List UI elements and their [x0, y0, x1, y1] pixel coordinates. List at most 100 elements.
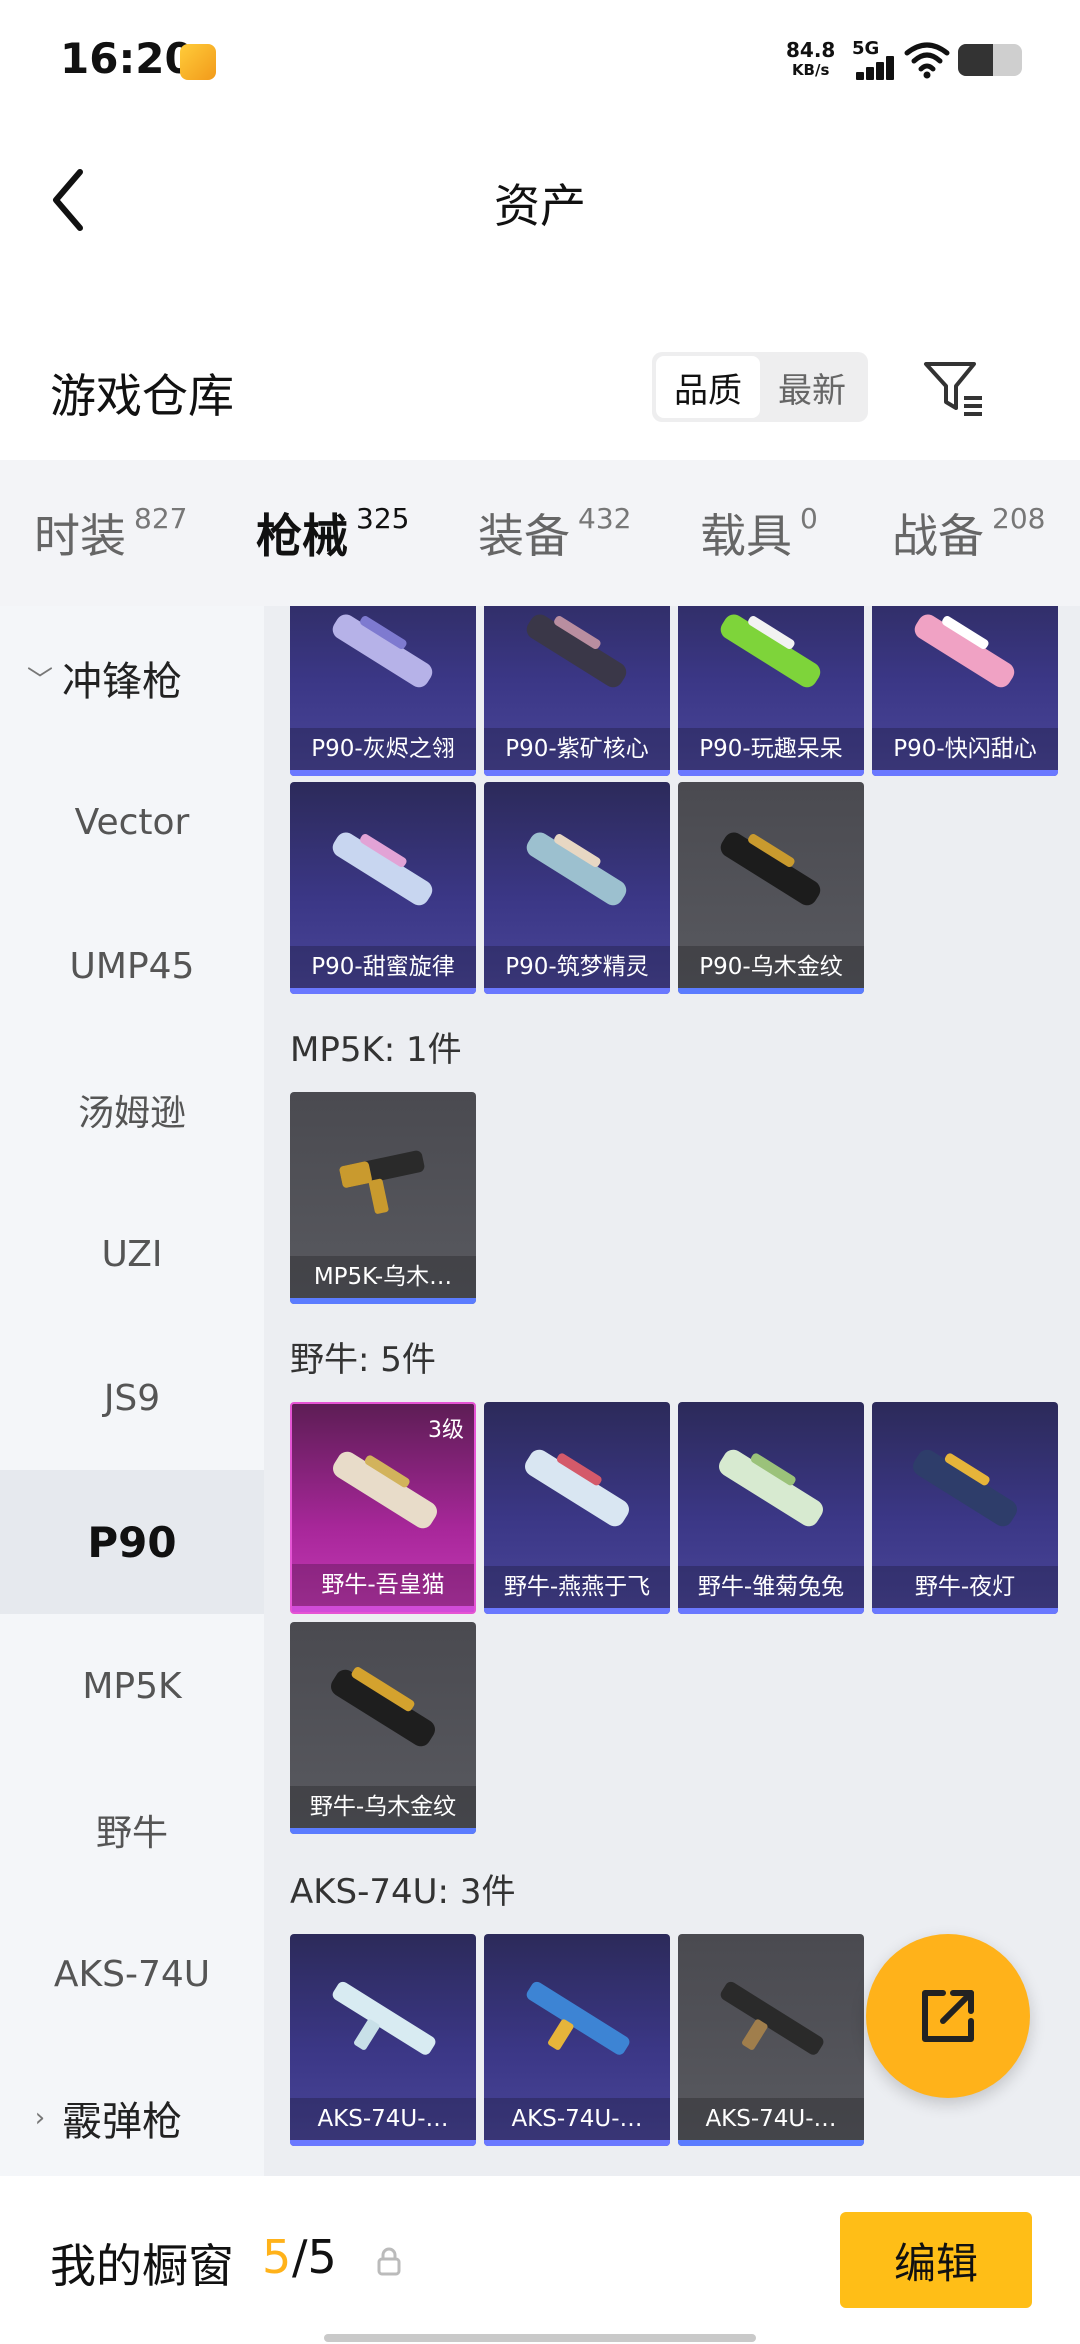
- share-icon: [922, 1990, 974, 2042]
- weapon-image: [720, 832, 821, 906]
- weapon-name: P90-紫矿核心: [484, 728, 670, 770]
- weapon-card[interactable]: P90-紫矿核心: [484, 606, 670, 776]
- status-bar: 16:20 84.8 KB/s 5G: [0, 0, 1080, 120]
- quality-bar: [678, 1608, 864, 1614]
- weapon-card[interactable]: 野牛-乌木金纹: [290, 1622, 476, 1834]
- quality-bar: [872, 770, 1058, 776]
- sort-newest-button[interactable]: 最新: [760, 356, 864, 418]
- weapon-image: [526, 1981, 630, 2055]
- weapon-card[interactable]: AKS-74U-…: [290, 1934, 476, 2146]
- tab-label: 枪械: [256, 509, 348, 563]
- weapon-name: 野牛-雏菊兔兔: [678, 1566, 864, 1608]
- sidebar-group-label: 冲锋枪: [62, 659, 182, 705]
- signal-icon: [852, 56, 896, 80]
- weapon-card[interactable]: AKS-74U-…: [678, 1934, 864, 2146]
- quality-bar: [484, 770, 670, 776]
- sidebar-item-bison[interactable]: 野牛: [0, 1758, 264, 1902]
- weapon-name: P90-乌木金纹: [678, 946, 864, 988]
- weapon-card[interactable]: 野牛-雏菊兔兔: [678, 1402, 864, 1614]
- app-notification-icon: [180, 44, 216, 80]
- weapon-card[interactable]: 野牛-燕燕于飞: [484, 1402, 670, 1614]
- tab-vehicles[interactable]: 载具 0: [700, 500, 818, 566]
- weapon-card[interactable]: P90-玩趣呆呆: [678, 606, 864, 776]
- page-header: 资产: [0, 120, 1080, 280]
- quality-bar: [292, 1606, 474, 1612]
- section-title-aks74u: AKS-74U: 3件: [290, 1872, 516, 1912]
- status-time: 16:20: [60, 34, 194, 83]
- weapon-card[interactable]: P90-快闪甜心: [872, 606, 1058, 776]
- weapon-card[interactable]: P90-甜蜜旋律: [290, 782, 476, 994]
- chevron-right-icon: ›: [34, 2103, 46, 2133]
- weapon-image: [339, 1150, 425, 1214]
- sidebar-group-shotgun[interactable]: › 霰弹枪: [0, 2046, 264, 2176]
- weapon-card[interactable]: 野牛-夜灯: [872, 1402, 1058, 1614]
- filter-icon[interactable]: [920, 354, 986, 420]
- weapon-card[interactable]: P90-乌木金纹: [678, 782, 864, 994]
- section-title-mp5k: MP5K: 1件: [290, 1030, 462, 1070]
- tab-count: 432: [578, 502, 632, 535]
- sidebar-item-ump45[interactable]: UMP45: [0, 894, 264, 1038]
- net-speed: 84.8 KB/s: [786, 40, 835, 80]
- sidebar-item-vector[interactable]: Vector: [0, 750, 264, 894]
- weapon-card[interactable]: P90-灰烬之翎: [290, 606, 476, 776]
- sidebar-item-uzi[interactable]: UZI: [0, 1182, 264, 1326]
- tab-label: 载具: [700, 509, 792, 563]
- sort-toggle: 品质 最新: [652, 352, 868, 422]
- weapon-name: P90-甜蜜旋律: [290, 946, 476, 988]
- share-button[interactable]: [866, 1934, 1030, 2098]
- weapon-name: AKS-74U-…: [484, 2098, 670, 2140]
- tab-equipment[interactable]: 装备 432: [478, 500, 631, 566]
- sidebar-item-js9[interactable]: JS9: [0, 1326, 264, 1470]
- net-speed-value: 84.8: [786, 38, 836, 62]
- weapon-image: [332, 614, 433, 688]
- sidebar-item-p90[interactable]: P90: [0, 1470, 264, 1614]
- quality-bar: [290, 770, 476, 776]
- weapon-card[interactable]: 3级 野牛-吾皇猫: [290, 1402, 476, 1614]
- quality-bar: [678, 988, 864, 994]
- weapon-name: P90-灰烬之翎: [290, 728, 476, 770]
- quality-bar: [872, 1608, 1058, 1614]
- weapon-image: [913, 1449, 1017, 1527]
- tab-count: 0: [800, 502, 818, 535]
- sidebar-item-mp5k[interactable]: MP5K: [0, 1614, 264, 1758]
- warehouse-header: 游戏仓库 品质 最新: [0, 330, 1080, 450]
- weapon-card[interactable]: AKS-74U-…: [484, 1934, 670, 2146]
- quality-bar: [484, 988, 670, 994]
- quality-bar: [290, 1298, 476, 1304]
- weapon-name: 野牛-乌木金纹: [290, 1786, 476, 1828]
- sidebar-group-smg[interactable]: ﹀ 冲锋枪: [0, 606, 264, 750]
- weapon-name: 野牛-夜灯: [872, 1566, 1058, 1608]
- edit-button[interactable]: 编辑: [840, 2212, 1032, 2308]
- weapon-name: AKS-74U-…: [678, 2098, 864, 2140]
- showcase-label: 我的橱窗: [50, 2239, 234, 2293]
- quality-bar: [290, 988, 476, 994]
- weapon-card[interactable]: P90-筑梦精灵: [484, 782, 670, 994]
- weapon-name: P90-玩趣呆呆: [678, 728, 864, 770]
- tab-fashion[interactable]: 时装 827: [34, 500, 187, 566]
- sidebar-item-aks74u[interactable]: AKS-74U: [0, 1902, 264, 2046]
- weapon-name: P90-筑梦精灵: [484, 946, 670, 988]
- section-title-bison: 野牛: 5件: [290, 1340, 436, 1380]
- page-title: 资产: [494, 179, 586, 233]
- weapon-image: [720, 1981, 824, 2055]
- home-indicator[interactable]: [324, 2334, 756, 2342]
- sidebar-item-thompson[interactable]: 汤姆逊: [0, 1038, 264, 1182]
- weapon-image: [526, 614, 627, 688]
- showcase-current-count: 5: [262, 2230, 292, 2284]
- weapon-name: 野牛-燕燕于飞: [484, 1566, 670, 1608]
- weapon-image: [526, 832, 627, 906]
- tab-count: 325: [356, 502, 410, 535]
- weapon-image: [331, 1667, 435, 1747]
- weapon-image: [719, 1449, 823, 1527]
- weapon-image: [525, 1449, 629, 1527]
- sort-quality-button[interactable]: 品质: [656, 356, 760, 418]
- quality-bar: [678, 770, 864, 776]
- weapon-image: [332, 832, 433, 906]
- battery-icon: [958, 44, 1022, 76]
- tab-firearms[interactable]: 枪械 325: [256, 500, 410, 616]
- weapon-name: 野牛-吾皇猫: [292, 1564, 474, 1606]
- weapon-card[interactable]: MP5K-乌木…: [290, 1092, 476, 1304]
- tab-label: 战备: [892, 509, 984, 563]
- tab-supplies[interactable]: 战备 208: [892, 500, 1045, 566]
- tab-count: 208: [992, 502, 1046, 535]
